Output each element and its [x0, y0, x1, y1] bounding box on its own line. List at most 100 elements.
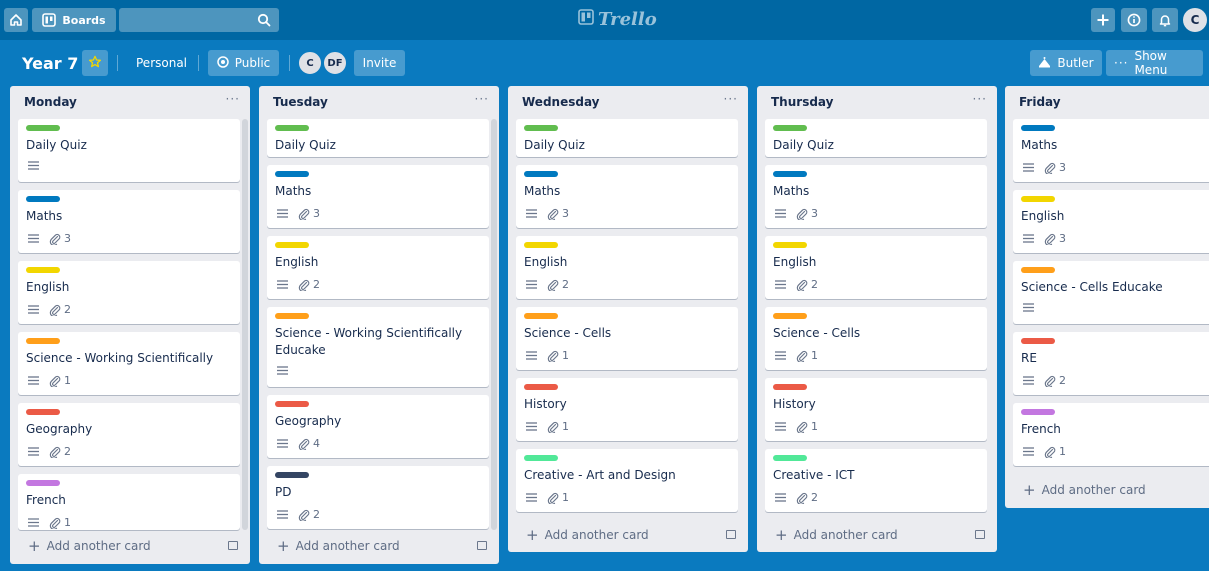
card-label[interactable]: [275, 401, 309, 407]
search-input[interactable]: [119, 8, 279, 32]
list-menu-icon[interactable]: ···: [226, 92, 240, 106]
card[interactable]: History 1: [516, 378, 738, 441]
card[interactable]: French 1: [18, 474, 240, 530]
card-label[interactable]: [524, 125, 558, 131]
add-card-button[interactable]: + Add another card: [28, 539, 151, 554]
card-label[interactable]: [524, 171, 558, 177]
card-label[interactable]: [275, 472, 309, 478]
card[interactable]: Maths 3: [1013, 119, 1209, 182]
card-label[interactable]: [773, 313, 807, 319]
card[interactable]: English 2: [267, 236, 489, 299]
card-label[interactable]: [26, 125, 60, 131]
plus-icon: +: [277, 537, 290, 555]
card[interactable]: Daily Quiz: [516, 119, 738, 157]
card-label[interactable]: [275, 313, 309, 319]
card-label[interactable]: [275, 242, 309, 248]
card-template-icon[interactable]: [477, 541, 487, 550]
member-avatar[interactable]: DF: [323, 51, 347, 75]
list-title[interactable]: Wednesday: [522, 95, 600, 109]
card-label[interactable]: [26, 338, 60, 344]
show-menu-button[interactable]: ··· Show Menu: [1106, 49, 1203, 77]
boards-button[interactable]: Boards: [32, 8, 116, 32]
user-avatar[interactable]: C: [1183, 8, 1207, 32]
card[interactable]: Daily Quiz: [765, 119, 987, 157]
star-button[interactable]: [82, 50, 108, 76]
visibility-button[interactable]: Public: [208, 50, 279, 76]
card[interactable]: French 1: [1013, 403, 1209, 466]
card-label[interactable]: [26, 480, 60, 486]
card-label[interactable]: [26, 196, 60, 202]
attachment-count: 2: [811, 278, 818, 291]
card-label[interactable]: [524, 313, 558, 319]
add-card-button[interactable]: + Add another card: [1023, 483, 1146, 498]
card-label[interactable]: [26, 267, 60, 273]
card[interactable]: Geography 2: [18, 403, 240, 466]
list-title[interactable]: Friday: [1019, 95, 1061, 109]
card[interactable]: Maths 3: [18, 190, 240, 253]
add-card-button[interactable]: + Add another card: [526, 528, 649, 543]
team-button[interactable]: Personal: [136, 50, 187, 76]
board-title[interactable]: Year 7: [22, 50, 78, 76]
list-scrollbar[interactable]: [242, 119, 248, 530]
card[interactable]: Science - Cells 1: [765, 307, 987, 370]
card[interactable]: Maths 3: [267, 165, 489, 228]
list-menu-icon[interactable]: ···: [724, 92, 738, 106]
card[interactable]: Geography 4: [267, 395, 489, 458]
card-label[interactable]: [1021, 338, 1055, 344]
add-card-button[interactable]: + Add another card: [277, 537, 400, 555]
list-title[interactable]: Tuesday: [273, 95, 328, 109]
description-icon: [1023, 447, 1034, 456]
card[interactable]: RE 2: [1013, 332, 1209, 395]
card[interactable]: Science - Cells 1: [516, 307, 738, 370]
card-label[interactable]: [524, 384, 558, 390]
list-menu-icon[interactable]: ···: [973, 92, 987, 106]
card-badges: 1: [526, 420, 569, 433]
card-label[interactable]: [26, 409, 60, 415]
list-title[interactable]: Thursday: [771, 95, 833, 109]
card[interactable]: Creative - Art and Design 1: [516, 449, 738, 512]
card-label[interactable]: [1021, 267, 1055, 273]
card[interactable]: Science - Working Scientifically Educake: [267, 307, 489, 387]
card[interactable]: Maths 3: [516, 165, 738, 228]
list-menu-icon[interactable]: ···: [475, 92, 489, 106]
create-button[interactable]: [1091, 8, 1115, 32]
card[interactable]: Daily Quiz: [18, 119, 240, 182]
add-card-button[interactable]: + Add another card: [775, 528, 898, 543]
card[interactable]: Science - Working Scientifically 1: [18, 332, 240, 395]
card-label[interactable]: [773, 171, 807, 177]
card[interactable]: English 2: [765, 236, 987, 299]
card[interactable]: PD 2: [267, 466, 489, 529]
card-label[interactable]: [773, 125, 807, 131]
trello-logo[interactable]: Trello: [578, 9, 657, 30]
card-label[interactable]: [275, 171, 309, 177]
card[interactable]: Creative - ICT 2: [765, 449, 987, 512]
card[interactable]: Science - Cells Educake: [1013, 261, 1209, 324]
card-template-icon[interactable]: [975, 530, 985, 539]
member-avatar[interactable]: C: [298, 51, 322, 75]
notifications-button[interactable]: [1152, 8, 1178, 32]
card-label[interactable]: [773, 384, 807, 390]
home-button[interactable]: [4, 8, 28, 32]
card[interactable]: Maths 3: [765, 165, 987, 228]
card-label[interactable]: [773, 455, 807, 461]
card-label[interactable]: [1021, 409, 1055, 415]
card[interactable]: English 3: [1013, 190, 1209, 253]
card[interactable]: English 2: [516, 236, 738, 299]
card-label[interactable]: [1021, 196, 1055, 202]
invite-button[interactable]: Invite: [354, 50, 405, 76]
card-label[interactable]: [773, 242, 807, 248]
card[interactable]: Daily Quiz: [267, 119, 489, 157]
butler-button[interactable]: Butler: [1030, 50, 1102, 76]
card-label[interactable]: [275, 125, 309, 131]
card-label[interactable]: [524, 455, 558, 461]
card[interactable]: History 1: [765, 378, 987, 441]
card-label[interactable]: [524, 242, 558, 248]
card-template-icon[interactable]: [726, 530, 736, 539]
card-label[interactable]: [1021, 125, 1055, 131]
list-scrollbar[interactable]: [491, 119, 497, 530]
info-button[interactable]: [1121, 8, 1147, 32]
card-template-icon[interactable]: [228, 541, 238, 550]
list-title[interactable]: Monday: [24, 95, 77, 109]
search-icon: [257, 13, 271, 30]
card[interactable]: English 2: [18, 261, 240, 324]
